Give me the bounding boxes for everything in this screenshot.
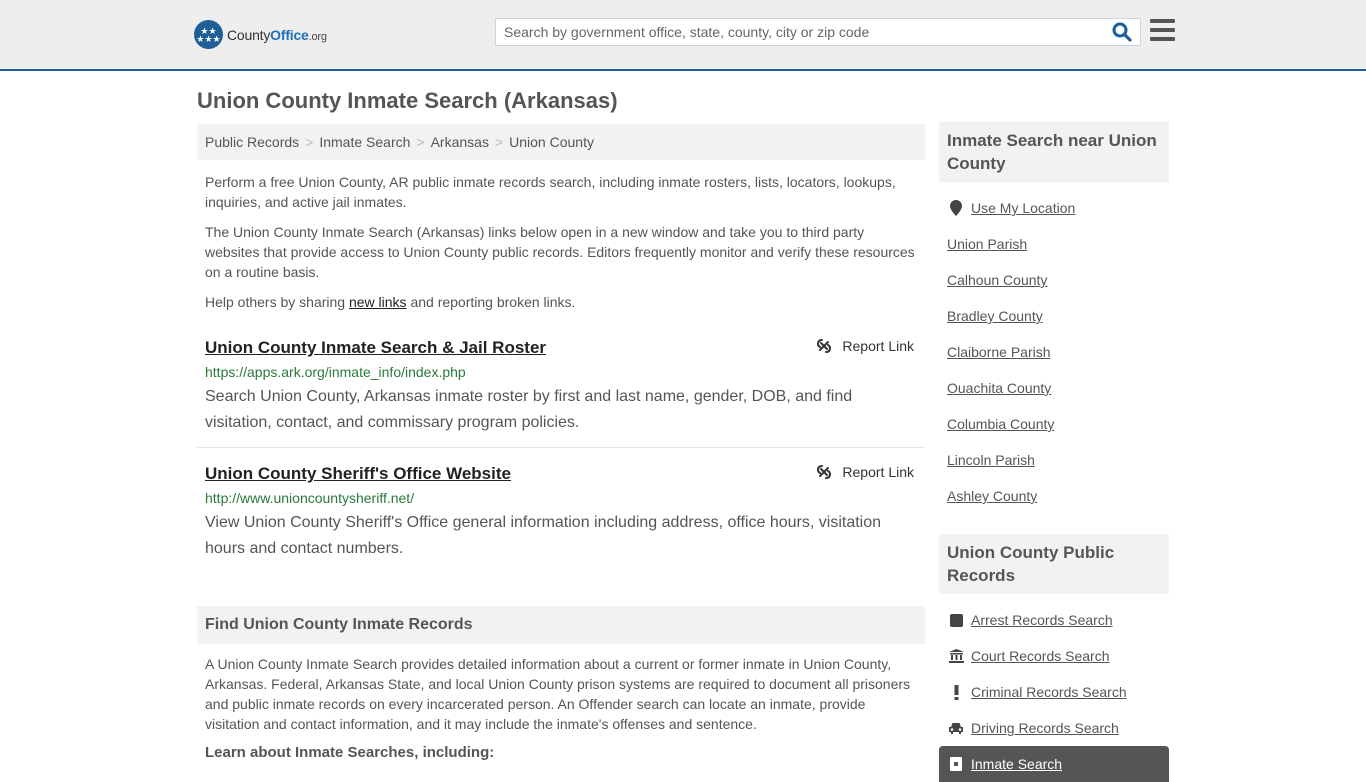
- nearby-item[interactable]: Calhoun County: [947, 262, 1161, 298]
- result-title-link[interactable]: Union County Sheriff's Office Website: [205, 464, 511, 484]
- broken-link-icon: [817, 465, 832, 479]
- car-icon: [947, 722, 965, 734]
- breadcrumb-public-records[interactable]: Public Records: [205, 134, 299, 150]
- menu-bar-icon: [1150, 28, 1175, 32]
- exclamation-icon: [947, 684, 965, 700]
- map-marker-icon: [947, 200, 965, 216]
- new-links-link[interactable]: new links: [349, 294, 407, 310]
- breadcrumb-separator: >: [494, 134, 504, 150]
- nearby-list: Use My Location Union Parish Calhoun Cou…: [939, 190, 1169, 514]
- records-item-criminal[interactable]: Criminal Records Search: [947, 674, 1161, 710]
- logo-text-tld: .org: [308, 30, 327, 43]
- intro-paragraph: The Union County Inmate Search (Arkansas…: [205, 224, 915, 280]
- breadcrumb-separator: >: [305, 134, 314, 150]
- nearby-item[interactable]: Claiborne Parish: [947, 334, 1161, 370]
- find-records-body: A Union County Inmate Search provides de…: [197, 654, 925, 734]
- breadcrumb-arkansas[interactable]: Arkansas: [431, 134, 489, 150]
- intro-share: Help others by sharing new links and rep…: [205, 294, 576, 310]
- result-url: https://apps.ark.org/inmate_info/index.p…: [205, 364, 466, 380]
- learn-heading: Learn about Inmate Searches, including:: [205, 744, 495, 761]
- broken-link-icon: [817, 339, 832, 353]
- find-records-heading: Find Union County Inmate Records: [197, 606, 925, 644]
- intro: Perform a free Union County, AR public i…: [197, 172, 925, 312]
- square-icon: [947, 613, 965, 627]
- breadcrumb-separator: >: [416, 134, 425, 150]
- nearby-item[interactable]: Ashley County: [947, 478, 1161, 514]
- report-link-button[interactable]: Report Link: [816, 464, 914, 480]
- nearby-item-use-my-location[interactable]: Use My Location: [947, 190, 1161, 226]
- breadcrumb-inmate-search[interactable]: Inmate Search: [319, 134, 410, 150]
- top-bar: ★★ ★★★ CountyOffice.org: [0, 0, 1366, 71]
- nearby-item[interactable]: Union Parish: [947, 226, 1161, 262]
- records-item-driving[interactable]: Driving Records Search: [947, 710, 1161, 746]
- page-title: Union County Inmate Search (Arkansas): [197, 88, 618, 113]
- result-description: View Union County Sheriff's Office gener…: [205, 514, 882, 557]
- menu-bar-icon: [1150, 37, 1175, 41]
- logo-text-office: Office: [270, 26, 309, 43]
- result-title-link[interactable]: Union County Inmate Search & Jail Roster: [205, 338, 546, 358]
- result-description: Search Union County, Arkansas inmate ros…: [205, 388, 853, 431]
- menu-bar-icon: [1150, 19, 1175, 23]
- nearby-item[interactable]: Ouachita County: [947, 370, 1161, 406]
- site-logo[interactable]: ★★ ★★★ CountyOffice.org: [194, 20, 327, 49]
- breadcrumb: Public Records > Inmate Search > Arkansas > Un…: [197, 124, 925, 160]
- main-content: Public Records > Inmate Search > Arkansas > Un…: [197, 124, 925, 761]
- logo-text-county: County: [227, 26, 271, 43]
- public-records-heading: Union County Public Records: [939, 534, 1169, 594]
- nearby-item[interactable]: Lincoln Parish: [947, 442, 1161, 478]
- find-records-paragraph: A Union County Inmate Search provides de…: [205, 656, 911, 732]
- records-item-arrest[interactable]: Arrest Records Search: [947, 602, 1161, 638]
- records-item-court[interactable]: Court Records Search: [947, 638, 1161, 674]
- search-button[interactable]: [1112, 22, 1134, 44]
- nearby-heading: Inmate Search near Union County: [939, 122, 1169, 182]
- search-icon: [1112, 22, 1132, 42]
- hamburger-menu-button[interactable]: [1150, 19, 1175, 42]
- nearby-item[interactable]: Columbia County: [947, 406, 1161, 442]
- nearby-item[interactable]: Bradley County: [947, 298, 1161, 334]
- breadcrumb-union-county: Union County: [509, 134, 594, 150]
- eagle-stars-icon: ★★ ★★★: [194, 20, 223, 49]
- result-item: Union County Inmate Search & Jail Roster…: [197, 332, 925, 448]
- jail-door-icon: [947, 757, 965, 771]
- search-box: [495, 18, 1141, 46]
- public-records-list: Arrest Records Search Court Records Sear…: [939, 602, 1169, 782]
- sidebar: Inmate Search near Union County Use My L…: [939, 122, 1169, 782]
- report-link-button[interactable]: Report Link: [816, 338, 914, 354]
- result-item: Union County Sheriff's Office Website Re…: [197, 458, 925, 562]
- search-input[interactable]: [496, 19, 1096, 45]
- result-url: http://www.unioncountysheriff.net/: [205, 490, 415, 506]
- records-item-inmate-active[interactable]: Inmate Search: [939, 746, 1169, 782]
- intro-paragraph: Perform a free Union County, AR public i…: [205, 174, 896, 210]
- courthouse-icon: [947, 649, 965, 663]
